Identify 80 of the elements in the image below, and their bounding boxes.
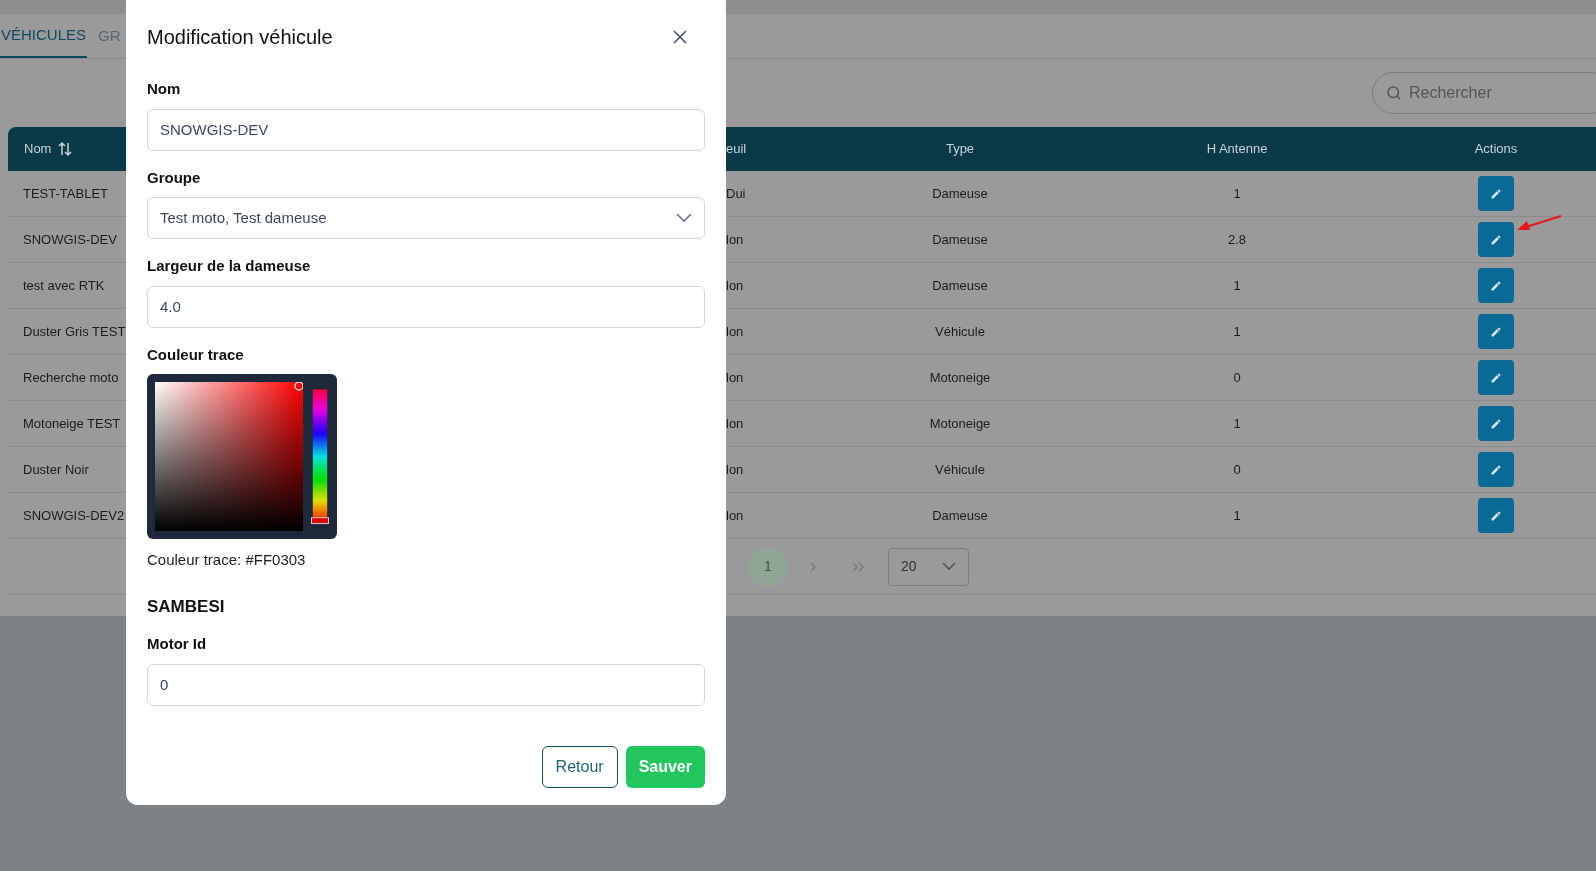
table-cell: Recherche moto bbox=[23, 369, 119, 385]
table-cell: SNOWGIS-DEV2 bbox=[23, 507, 125, 523]
edit-button[interactable] bbox=[1478, 176, 1514, 211]
table-cell: Duster Gris TEST bbox=[23, 323, 126, 339]
edit-button[interactable] bbox=[1478, 360, 1514, 395]
pencil-icon bbox=[1490, 325, 1502, 338]
column-header: Actions bbox=[1474, 141, 1518, 157]
edit-button[interactable] bbox=[1478, 314, 1514, 349]
table-cell: lon bbox=[726, 507, 744, 523]
chevron-down-icon bbox=[942, 562, 956, 571]
picker-handle[interactable] bbox=[294, 382, 303, 391]
edit-button[interactable] bbox=[1478, 452, 1514, 487]
table-cell: Duster Noir bbox=[23, 461, 89, 477]
hue-thumb[interactable] bbox=[311, 517, 329, 524]
field-label: Couleur trace bbox=[147, 344, 245, 365]
pencil-icon bbox=[1490, 187, 1502, 200]
table-cell: 1 bbox=[1233, 323, 1241, 339]
input-field[interactable]: 0 bbox=[147, 663, 705, 706]
table-cell: lon bbox=[726, 231, 744, 247]
color-value: Couleur trace: #FF0303 bbox=[147, 550, 307, 570]
table-cell: Véhicule bbox=[935, 461, 985, 477]
table-cell: lon bbox=[726, 323, 744, 339]
hue-slider[interactable] bbox=[311, 389, 329, 524]
table-cell: Véhicule bbox=[935, 323, 985, 339]
edit-button[interactable] bbox=[1478, 268, 1514, 303]
table-cell: SNOWGIS-DEV bbox=[23, 231, 117, 247]
table-cell: test avec RTK bbox=[23, 277, 105, 293]
saturation-area[interactable] bbox=[155, 382, 303, 531]
field-label: Nom bbox=[147, 79, 182, 99]
close-icon[interactable] bbox=[672, 29, 688, 45]
column-header: euil bbox=[726, 141, 747, 157]
sort-icon[interactable] bbox=[57, 141, 74, 157]
table-cell: Motoneige TEST bbox=[23, 415, 121, 431]
pencil-icon bbox=[1490, 233, 1502, 246]
column-header: H Antenne bbox=[1206, 141, 1268, 157]
table-cell: Dui bbox=[726, 185, 746, 201]
page-size-select[interactable]: 20 bbox=[888, 547, 969, 586]
field-label: Largeur de la dameuse bbox=[147, 256, 312, 276]
table-cell: lon bbox=[726, 369, 744, 385]
edit-button[interactable] bbox=[1478, 222, 1514, 257]
select-field[interactable]: Test moto, Test dameuse bbox=[147, 197, 705, 239]
chevron-down-icon bbox=[676, 213, 692, 223]
table-cell: 2.8 bbox=[1227, 231, 1247, 247]
edit-button[interactable] bbox=[1478, 406, 1514, 441]
field-label: Groupe bbox=[147, 167, 202, 188]
pencil-icon bbox=[1490, 509, 1502, 522]
table-cell: 0 bbox=[1233, 461, 1241, 477]
table-cell: Motoneige bbox=[929, 415, 991, 431]
input-field[interactable]: 4.0 bbox=[147, 285, 705, 328]
section-heading: SAMBESI bbox=[147, 595, 226, 618]
table-cell: Dameuse bbox=[932, 277, 988, 293]
pencil-icon bbox=[1490, 463, 1502, 476]
color-picker[interactable] bbox=[147, 374, 337, 539]
field-label: Motor Id bbox=[147, 634, 208, 654]
table-cell: 1 bbox=[1233, 507, 1241, 523]
table-cell: Motoneige bbox=[929, 369, 991, 385]
table-cell: 1 bbox=[1233, 277, 1241, 293]
column-header[interactable]: Nom bbox=[24, 139, 52, 159]
input-field[interactable]: SNOWGIS-DEV bbox=[147, 108, 705, 151]
tab[interactable]: VÉHICULES bbox=[0, 14, 88, 58]
table-cell: Dameuse bbox=[932, 231, 988, 247]
table-cell: Dameuse bbox=[932, 185, 988, 201]
table-cell: Dameuse bbox=[932, 507, 988, 523]
column-header: Type bbox=[945, 141, 975, 157]
table-cell: 0 bbox=[1233, 369, 1241, 385]
table-cell: lon bbox=[726, 277, 744, 293]
search-icon bbox=[1385, 84, 1403, 102]
pencil-icon bbox=[1490, 417, 1502, 430]
table-cell: lon bbox=[726, 415, 744, 431]
dialog-title: Modification véhicule bbox=[147, 25, 333, 50]
table-cell: TEST-TABLET bbox=[23, 185, 108, 201]
last-page-icon[interactable] bbox=[850, 560, 866, 573]
pencil-icon bbox=[1490, 279, 1502, 292]
table-cell: lon bbox=[726, 461, 744, 477]
pencil-icon bbox=[1490, 371, 1502, 384]
table-cell: 1 bbox=[1233, 185, 1241, 201]
next-page-icon[interactable] bbox=[808, 560, 818, 573]
back-button[interactable]: Retour bbox=[541, 745, 618, 788]
edit-button[interactable] bbox=[1478, 498, 1514, 533]
table-cell: 1 bbox=[1233, 415, 1241, 431]
